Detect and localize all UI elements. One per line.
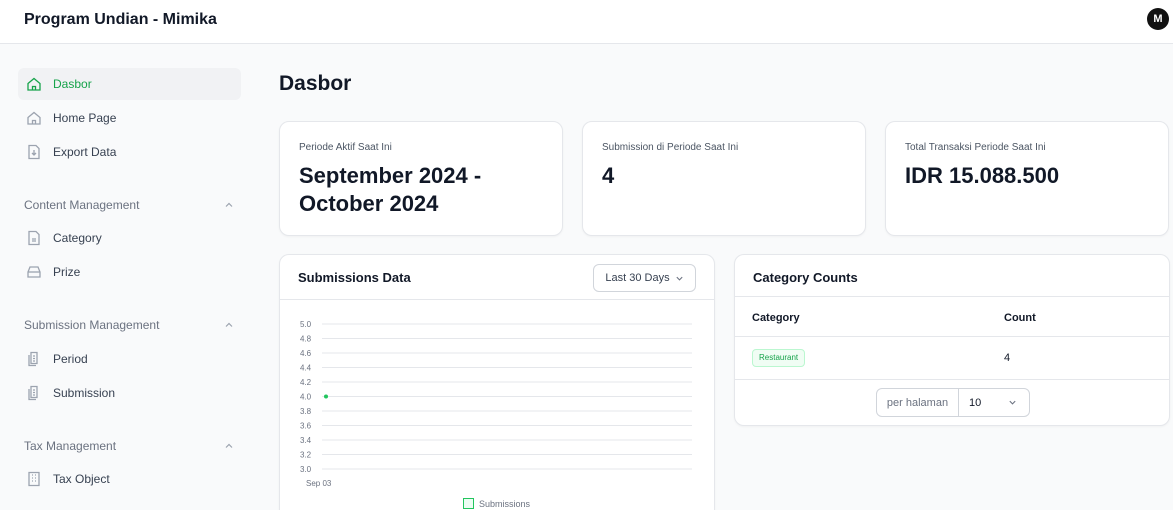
y-tick-label: 3.8 <box>300 407 312 416</box>
download-file-icon <box>26 144 42 160</box>
chart-legend[interactable]: Submissions <box>463 498 530 509</box>
category-counts-card: Category Counts Category Count Restauran… <box>734 254 1170 426</box>
stat-label: Total Transaksi Periode Saat Ini <box>905 142 1046 153</box>
y-tick-label: 4.4 <box>300 364 312 373</box>
sidebar-item-label: Tax Object <box>53 472 110 486</box>
y-tick-label: 3.4 <box>300 436 312 445</box>
home-icon <box>26 110 42 126</box>
sidebar-item-submission[interactable]: Submission <box>18 377 241 409</box>
sidebar-item-prize[interactable]: Prize <box>18 256 241 288</box>
count-cell: 4 <box>1004 352 1011 364</box>
stat-label: Periode Aktif Saat Ini <box>299 142 392 153</box>
per-page-control: per halaman 10 <box>876 388 1030 417</box>
sidebar-item-period[interactable]: Period <box>18 343 241 375</box>
y-tick-label: 3.0 <box>300 465 312 474</box>
stat-card-active-period: Periode Aktif Saat Ini September 2024 - … <box>279 121 563 236</box>
x-tick-label: Sep 03 <box>306 479 332 488</box>
per-page-select[interactable]: 10 <box>959 389 1029 416</box>
divider <box>735 336 1169 337</box>
stat-card-total-transactions: Total Transaksi Periode Saat Ini IDR 15.… <box>885 121 1169 236</box>
sidebar-item-label: Period <box>53 352 88 366</box>
stat-value: September 2024 - October 2024 <box>299 163 482 216</box>
chevron-up-icon <box>225 202 233 207</box>
chevron-down-icon <box>1009 400 1016 405</box>
chevron-up-icon <box>225 322 233 327</box>
per-page-label: per halaman <box>877 389 959 416</box>
stat-label: Submission di Periode Saat Ini <box>602 142 739 153</box>
sidebar-item-dasbor[interactable]: Dasbor <box>18 68 241 100</box>
category-badge: Restaurant <box>752 349 806 367</box>
y-tick-label: 4.2 <box>300 378 312 387</box>
divider <box>735 379 1169 380</box>
legend-label: Submissions <box>479 498 531 509</box>
card-title: Category Counts <box>753 270 858 285</box>
sidebar-item-label: Export Data <box>53 145 117 159</box>
submissions-line-chart: 5.0 4.8 4.6 4.4 4.2 4.0 3.8 3.6 3.4 3.2 3.0 Sep 03 <box>300 320 692 488</box>
submissions-chart-card: Submissions Data Last 30 Days 5.0 4.8 4.6 4… <box>279 254 715 510</box>
documents-icon <box>26 385 42 401</box>
group-content-management[interactable]: Content Management <box>24 196 234 214</box>
stat-value: IDR 15.088.500 <box>905 163 1060 188</box>
top-bar: Program Undian - Mimika M <box>0 0 1173 44</box>
y-tick-label: 4.6 <box>300 349 312 358</box>
inbox-icon <box>26 264 42 280</box>
page-title: Dasbor <box>279 72 352 95</box>
sidebar-item-label: Prize <box>53 265 81 279</box>
stat-card-submissions: Submission di Periode Saat Ini 4 <box>582 121 866 236</box>
sidebar-item-label: Category <box>53 231 102 245</box>
y-tick-label: 5.0 <box>300 320 312 329</box>
sidebar-item-tax-object[interactable]: Tax Object <box>18 463 241 495</box>
group-tax-management[interactable]: Tax Management <box>24 437 234 455</box>
sidebar-item-category[interactable]: Category <box>18 222 241 254</box>
app-title: Program Undian - Mimika <box>24 11 217 28</box>
divider <box>735 296 1169 297</box>
sidebar-item-label: Home Page <box>53 111 117 125</box>
group-submission-management[interactable]: Submission Management <box>24 316 234 334</box>
sidebar-item-export-data[interactable]: Export Data <box>18 136 241 168</box>
documents-icon <box>26 351 42 367</box>
column-header-category[interactable]: Category <box>752 312 800 324</box>
sidebar-item-label: Dasbor <box>53 77 92 91</box>
chevron-up-icon <box>225 443 233 448</box>
y-tick-label: 3.6 <box>300 422 312 431</box>
user-avatar[interactable]: M <box>1147 8 1169 30</box>
building-icon <box>26 471 42 487</box>
y-tick-label: 4.8 <box>300 335 312 344</box>
data-point[interactable] <box>324 394 328 399</box>
stat-value: 4 <box>602 163 615 188</box>
column-header-count[interactable]: Count <box>1004 312 1036 324</box>
y-tick-label: 3.2 <box>300 451 312 460</box>
sidebar: Dasbor Home Page Export Data Content Man… <box>0 45 258 510</box>
sidebar-item-home-page[interactable]: Home Page <box>18 102 241 134</box>
sidebar-item-label: Submission <box>53 386 116 400</box>
y-tick-label: 4.0 <box>300 393 312 402</box>
home-icon <box>26 76 42 92</box>
file-icon <box>26 230 42 246</box>
legend-swatch <box>463 498 474 509</box>
